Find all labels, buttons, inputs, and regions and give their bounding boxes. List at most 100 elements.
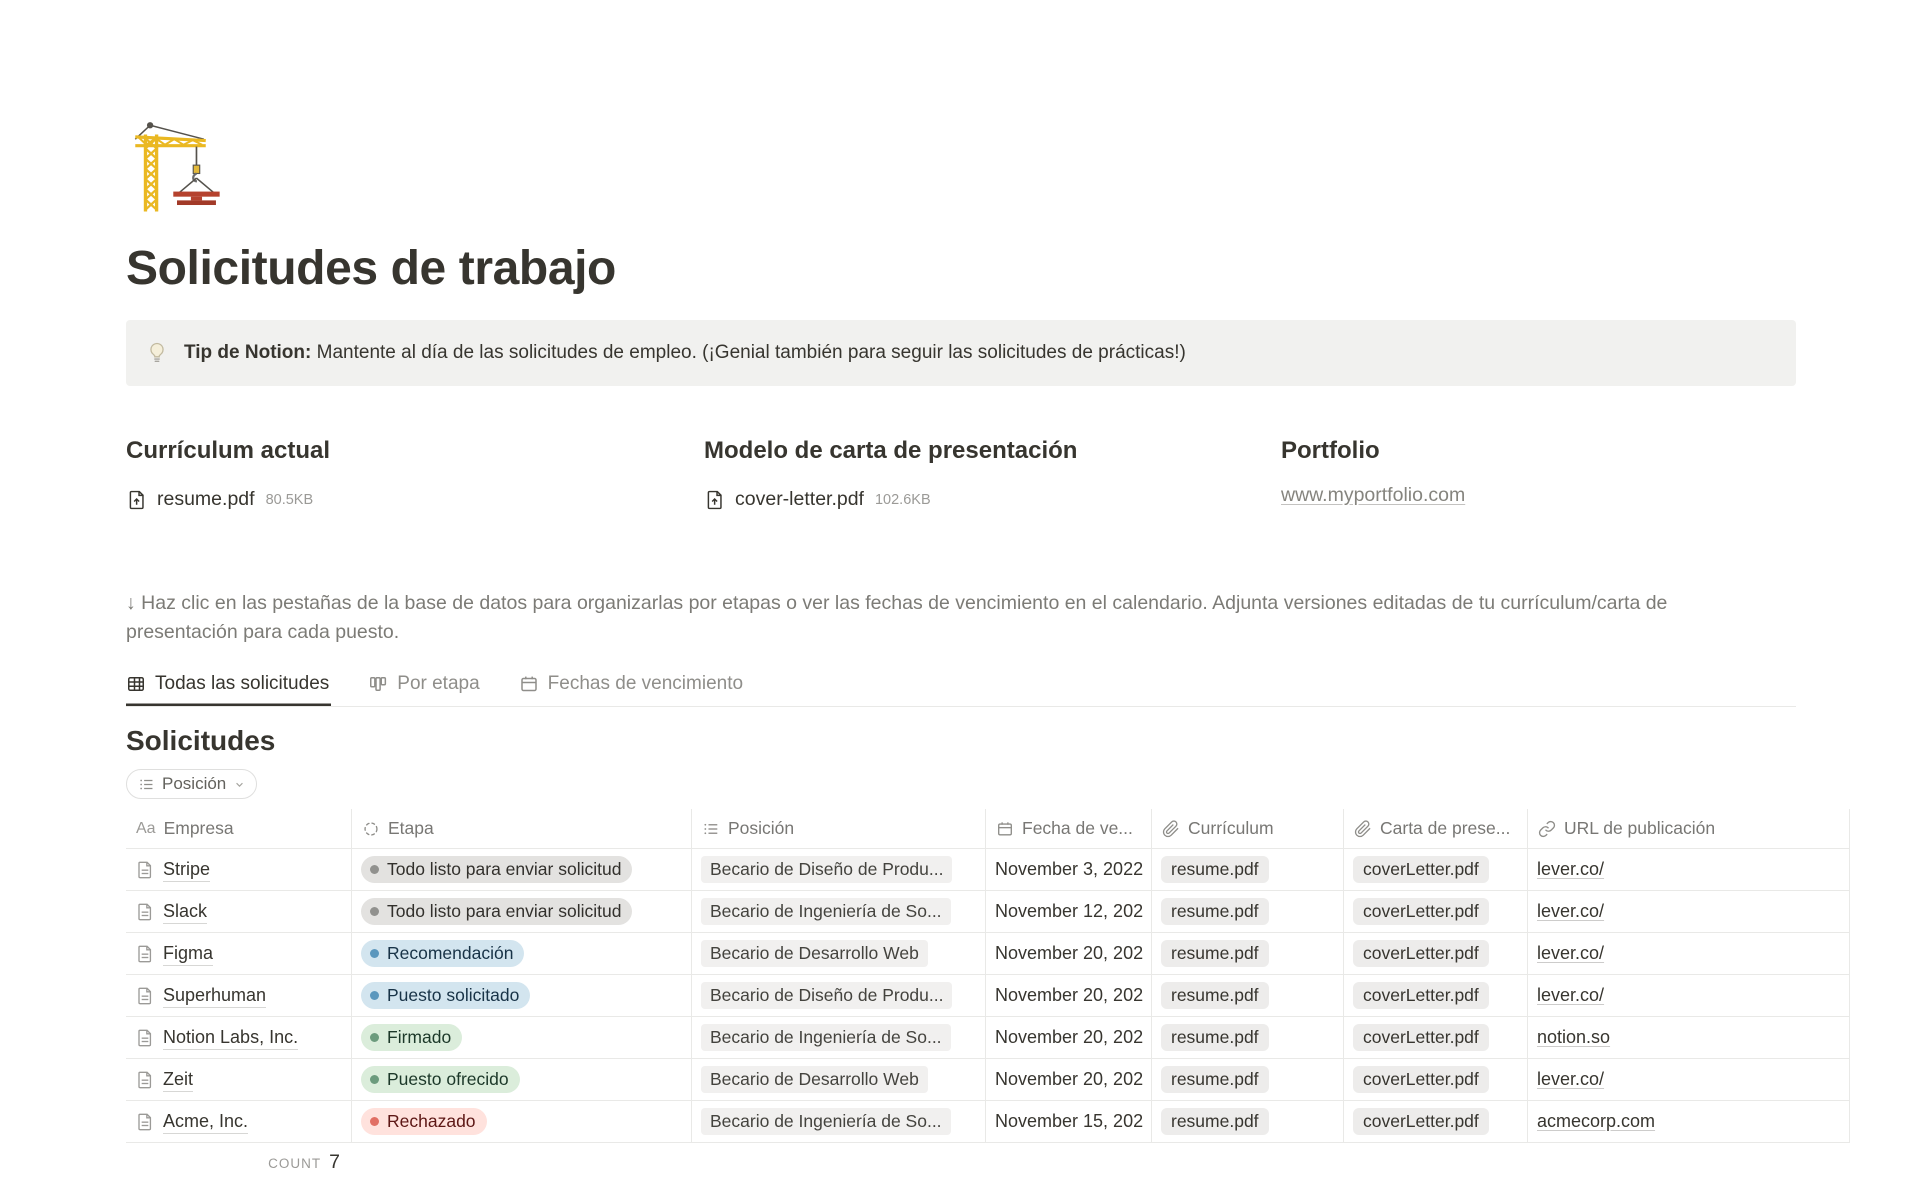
file-chip: resume.pdf [1161, 940, 1269, 967]
position-tag: Becario de Desarrollo Web [701, 940, 928, 967]
cover-letter-cell[interactable]: coverLetter.pdf [1344, 1059, 1528, 1101]
column-header-resume[interactable]: Currículum [1152, 809, 1344, 849]
company-cell[interactable]: Slack [126, 891, 352, 933]
column-header-position[interactable]: Posición [692, 809, 986, 849]
url-cell[interactable]: lever.co/ [1528, 891, 1850, 933]
stage-cell[interactable]: Recomendación [352, 933, 692, 975]
column-label: Carta de prese... [1380, 818, 1510, 839]
count-footer[interactable]: COUNT 7 [126, 1151, 352, 1174]
company-cell[interactable]: Superhuman [126, 975, 352, 1017]
resume-cell[interactable]: resume.pdf [1152, 1101, 1344, 1143]
stage-cell[interactable]: Todo listo para enviar solicitud [352, 849, 692, 891]
page-icon [135, 902, 155, 922]
tab-label: Todas las solicitudes [155, 673, 329, 695]
resume-cell[interactable]: resume.pdf [1152, 975, 1344, 1017]
database-title: Solicitudes [126, 723, 1850, 759]
callout-text: Tip de Notion: Mantente al día de las so… [184, 340, 1186, 366]
company-cell[interactable]: Zeit [126, 1059, 352, 1101]
position-cell[interactable]: Becario de Ingeniería de So... [692, 1101, 986, 1143]
posting-url: lever.co/ [1537, 859, 1604, 880]
cover-letter-cell[interactable]: coverLetter.pdf [1344, 849, 1528, 891]
tab-due-dates[interactable]: Fechas de vencimiento [519, 667, 745, 706]
column-header-stage[interactable]: Etapa [352, 809, 692, 849]
cover-letter-cell[interactable]: coverLetter.pdf [1344, 933, 1528, 975]
resume-file[interactable]: resume.pdf 80.5KB [126, 488, 704, 511]
calendar-view-icon [519, 674, 539, 694]
attachment-property-icon [1354, 820, 1372, 838]
url-cell[interactable]: notion.so [1528, 1017, 1850, 1059]
company-cell[interactable]: Figma [126, 933, 352, 975]
light-bulb-icon [144, 340, 170, 366]
cover-letter-cell[interactable]: coverLetter.pdf [1344, 1101, 1528, 1143]
due-date-cell[interactable]: November 12, 202 [986, 891, 1152, 933]
position-cell[interactable]: Becario de Desarrollo Web [692, 933, 986, 975]
cover-letter-file[interactable]: cover-letter.pdf 102.6KB [704, 488, 1281, 511]
resume-heading: Currículum actual [126, 436, 704, 466]
column-header-due-date[interactable]: Fecha de ve... [986, 809, 1152, 849]
file-chip: resume.pdf [1161, 1024, 1269, 1051]
resume-cell[interactable]: resume.pdf [1152, 1017, 1344, 1059]
stage-cell[interactable]: Rechazado [352, 1101, 692, 1143]
due-date: November 20, 202 [995, 985, 1143, 1006]
company-cell[interactable]: Acme, Inc. [126, 1101, 352, 1143]
stage-cell[interactable]: Todo listo para enviar solicitud [352, 891, 692, 933]
position-cell[interactable]: Becario de Ingeniería de So... [692, 1017, 986, 1059]
resume-cell[interactable]: resume.pdf [1152, 891, 1344, 933]
due-date-cell[interactable]: November 20, 202 [986, 975, 1152, 1017]
portfolio-link[interactable]: www.myportfolio.com [1281, 484, 1465, 507]
url-cell[interactable]: acmecorp.com [1528, 1101, 1850, 1143]
cover-letter-file-size: 102.6KB [875, 492, 931, 508]
posting-url: lever.co/ [1537, 985, 1604, 1006]
position-cell[interactable]: Becario de Ingeniería de So... [692, 891, 986, 933]
due-date: November 20, 202 [995, 1027, 1143, 1048]
resume-file-size: 80.5KB [266, 492, 314, 508]
position-cell[interactable]: Becario de Diseño de Produ... [692, 975, 986, 1017]
due-date: November 12, 202 [995, 901, 1143, 922]
url-cell[interactable]: lever.co/ [1528, 975, 1850, 1017]
company-cell[interactable]: Stripe [126, 849, 352, 891]
title-property-icon: Aa [136, 820, 156, 838]
page-emoji[interactable] [126, 116, 1850, 220]
due-date-cell[interactable]: November 20, 202 [986, 1017, 1152, 1059]
cover-letter-cell[interactable]: coverLetter.pdf [1344, 891, 1528, 933]
company-name: Figma [163, 942, 213, 966]
resume-cell[interactable]: resume.pdf [1152, 1059, 1344, 1101]
construction-crane-icon [126, 116, 228, 218]
position-filter-chip[interactable]: Posición [126, 769, 257, 799]
resume-cell[interactable]: resume.pdf [1152, 933, 1344, 975]
company-name: Slack [163, 900, 207, 924]
cover-letter-cell[interactable]: coverLetter.pdf [1344, 1017, 1528, 1059]
due-date-cell[interactable]: November 15, 202 [986, 1101, 1152, 1143]
cover-letter-file-name: cover-letter.pdf [735, 488, 864, 511]
portfolio-heading: Portfolio [1281, 436, 1796, 466]
tab-all-applications[interactable]: Todas las solicitudes [126, 667, 331, 706]
due-date-cell[interactable]: November 3, 2022 [986, 849, 1152, 891]
due-date-cell[interactable]: November 20, 202 [986, 933, 1152, 975]
url-cell[interactable]: lever.co/ [1528, 933, 1850, 975]
position-tag: Becario de Diseño de Produ... [701, 982, 952, 1009]
cover-letter-cell[interactable]: coverLetter.pdf [1344, 975, 1528, 1017]
column-header-cover-letter[interactable]: Carta de prese... [1344, 809, 1528, 849]
column-header-company[interactable]: AaEmpresa [126, 809, 352, 849]
stage-cell[interactable]: Firmado [352, 1017, 692, 1059]
position-cell[interactable]: Becario de Diseño de Produ... [692, 849, 986, 891]
tab-by-stage[interactable]: Por etapa [368, 667, 481, 706]
due-date-cell[interactable]: November 20, 202 [986, 1059, 1152, 1101]
url-cell[interactable]: lever.co/ [1528, 849, 1850, 891]
page-icon [135, 860, 155, 880]
company-cell[interactable]: Notion Labs, Inc. [126, 1017, 352, 1059]
stage-cell[interactable]: Puesto ofrecido [352, 1059, 692, 1101]
position-tag: Becario de Ingeniería de So... [701, 1024, 951, 1051]
position-tag: Becario de Ingeniería de So... [701, 898, 951, 925]
file-chip: coverLetter.pdf [1353, 1066, 1489, 1093]
position-cell[interactable]: Becario de Desarrollo Web [692, 1059, 986, 1101]
count-value: 7 [329, 1151, 340, 1174]
url-cell[interactable]: lever.co/ [1528, 1059, 1850, 1101]
link-property-icon [1538, 820, 1556, 838]
column-header-url[interactable]: URL de publicación [1528, 809, 1850, 849]
resume-column: Currículum actual resume.pdf 80.5KB [126, 436, 704, 511]
cover-letter-column: Modelo de carta de presentación cover-le… [704, 436, 1281, 511]
stage-cell[interactable]: Puesto solicitado [352, 975, 692, 1017]
tab-label: Fechas de vencimiento [548, 673, 743, 695]
resume-cell[interactable]: resume.pdf [1152, 849, 1344, 891]
